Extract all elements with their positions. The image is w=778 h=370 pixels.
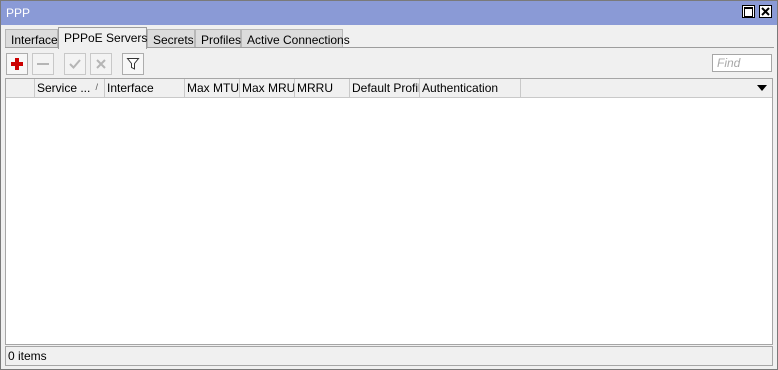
item-count: 0 items [8, 349, 47, 363]
pppoe-servers-table: Service ... / Interface Max MTU Max MRU … [5, 78, 773, 345]
column-header-service[interactable]: Service ... / [35, 79, 105, 97]
column-header-mrru[interactable]: MRRU [295, 79, 350, 97]
tab-pppoe-servers[interactable]: PPPoE Servers [58, 27, 147, 49]
column-header-max-mru[interactable]: Max MRU [240, 79, 295, 97]
add-button[interactable] [6, 53, 28, 75]
toolbar [1, 51, 777, 77]
tab-bar: Interface PPPoE Servers Secrets Profiles… [5, 27, 777, 49]
remove-button[interactable] [32, 53, 54, 75]
column-header-authentication[interactable]: Authentication [420, 79, 521, 97]
tab-secrets[interactable]: Secrets [147, 29, 195, 48]
enable-button[interactable] [64, 53, 86, 75]
title-bar[interactable]: PPP [1, 1, 777, 25]
tab-interface[interactable]: Interface [5, 29, 58, 48]
column-header-flags[interactable] [6, 79, 35, 97]
column-header-max-mtu[interactable]: Max MTU [185, 79, 240, 97]
sort-asc-icon: / [95, 82, 98, 92]
window-title: PPP [6, 6, 31, 20]
x-icon [96, 59, 106, 69]
check-icon [69, 59, 81, 69]
close-icon[interactable] [759, 5, 772, 18]
find-input[interactable] [712, 54, 772, 72]
column-menu-button[interactable] [754, 79, 770, 97]
disable-button[interactable] [90, 53, 112, 75]
minus-icon [37, 63, 49, 65]
maximize-icon[interactable] [742, 5, 755, 18]
funnel-icon [126, 58, 140, 70]
ppp-window: PPP Interface PPPoE Servers Secrets Prof… [0, 0, 778, 370]
plus-icon [11, 58, 23, 70]
filter-button[interactable] [122, 53, 144, 75]
tab-profiles[interactable]: Profiles [195, 29, 241, 48]
column-header-interface[interactable]: Interface [105, 79, 185, 97]
column-header-default-profile[interactable]: Default Profile [350, 79, 420, 97]
tab-active-connections[interactable]: Active Connections [241, 29, 350, 48]
table-header: Service ... / Interface Max MTU Max MRU … [6, 79, 772, 98]
status-bar: 0 items [5, 346, 773, 366]
chevron-down-icon [757, 85, 767, 91]
